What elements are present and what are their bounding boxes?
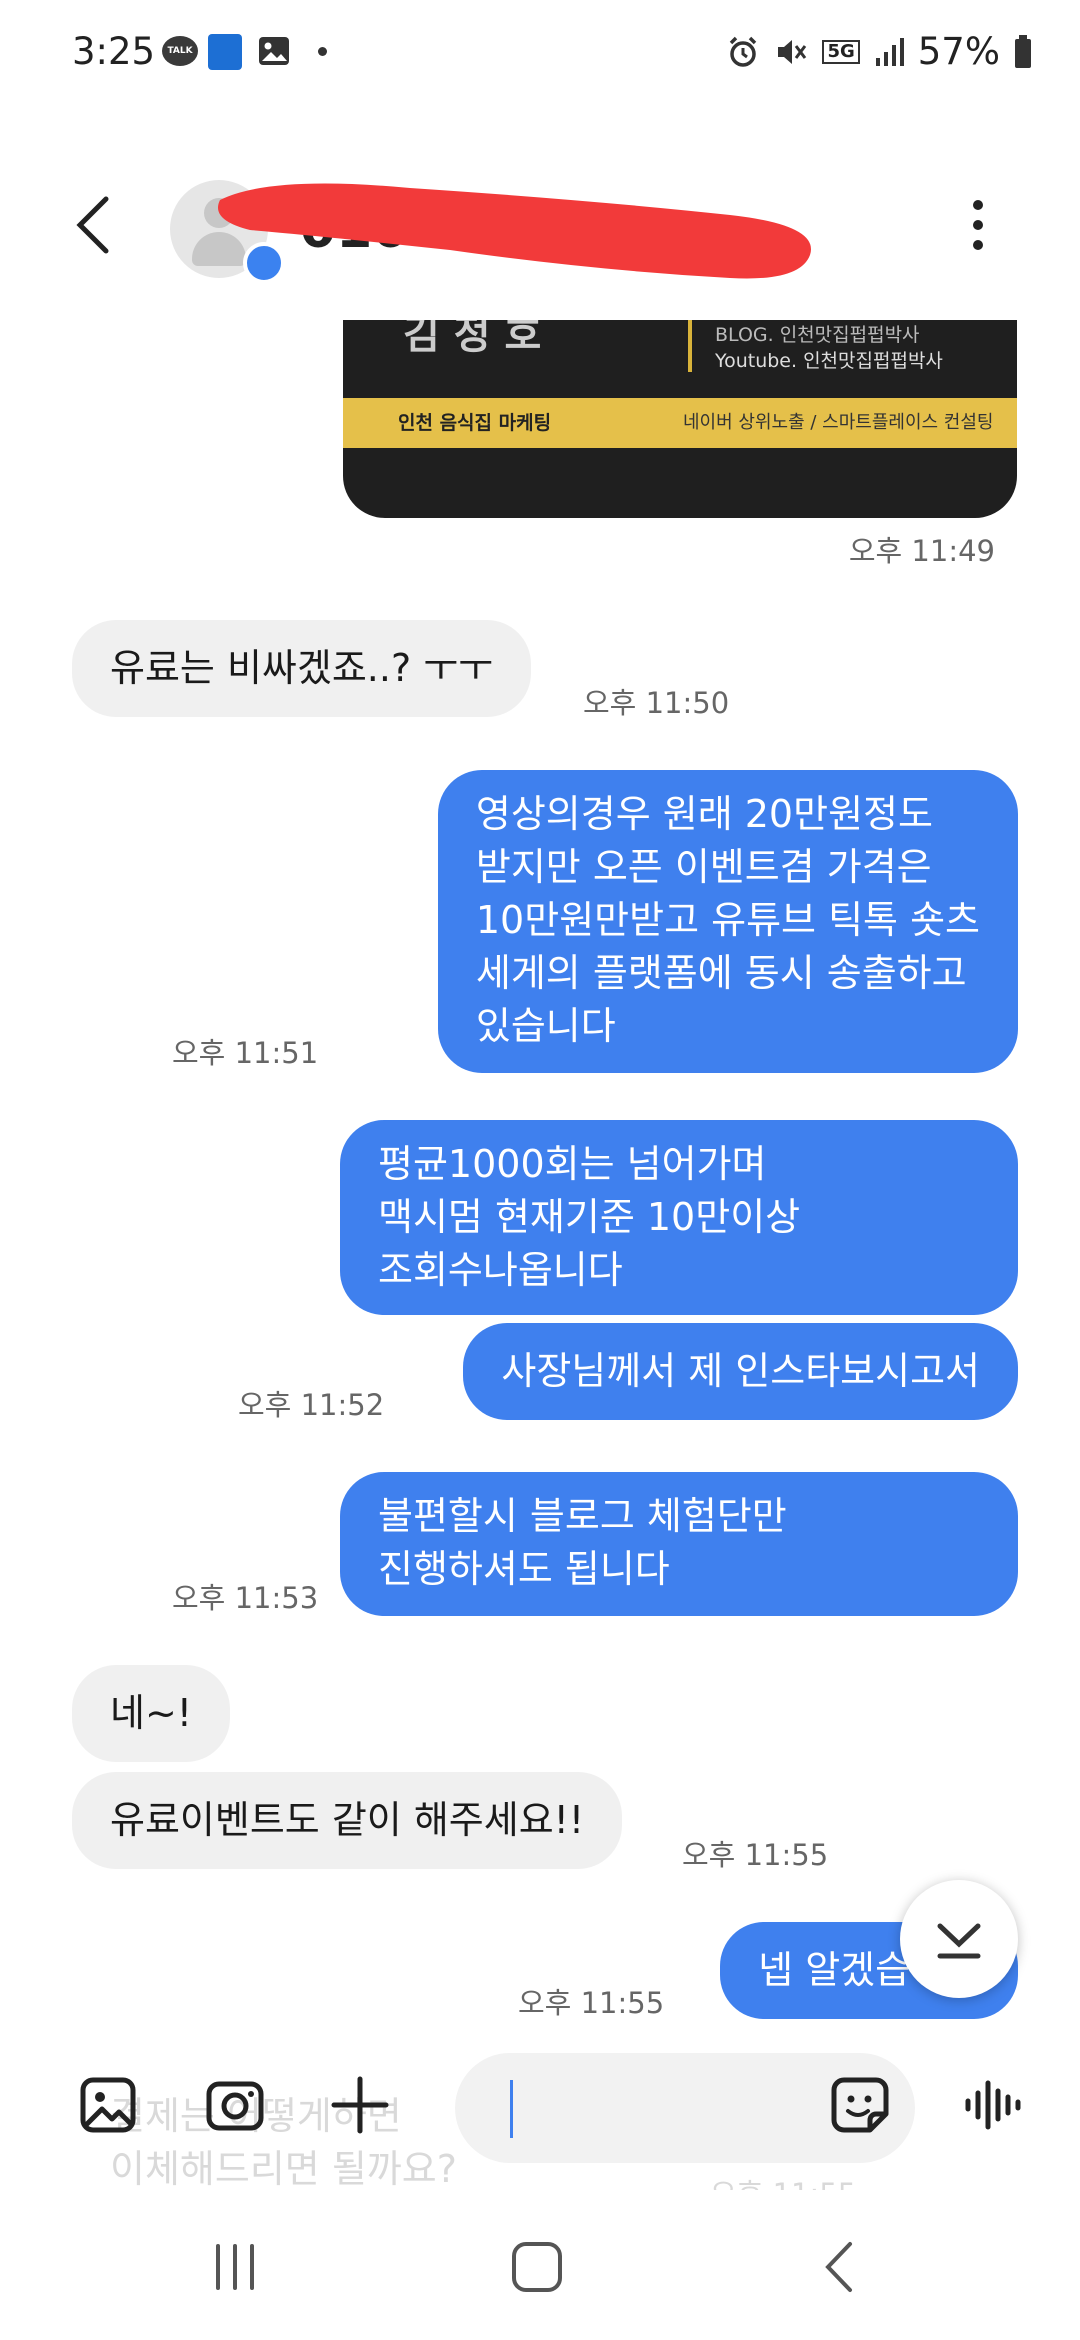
message-text: 영상의경우 원래 20만원정도 (475, 792, 933, 836)
message-text: 있습니다 (475, 1004, 616, 1048)
status-bar: 3:25 TALK 5G 57% (0, 0, 1080, 110)
battery-icon (1015, 34, 1031, 68)
voice-record-button[interactable] (962, 2075, 1022, 2135)
home-button[interactable] (510, 2240, 564, 2298)
chevron-down-icon (937, 1923, 981, 1959)
talk-badge-text: TALK (167, 46, 193, 56)
message-text: 조회수나옵니다 (378, 1248, 623, 1292)
camera-button[interactable] (205, 2075, 265, 2135)
scroll-to-bottom-button[interactable] (900, 1880, 1018, 1998)
message-bubble-outgoing[interactable]: 불편할시 블로그 체험단만 진행하셔도 됩니다 (340, 1472, 1018, 1616)
recent-apps-icon (216, 2244, 254, 2290)
message-timestamp: 오후 11:49 (848, 534, 995, 568)
home-icon (512, 2242, 562, 2292)
message-text: 받지만 오픈 이벤트겸 가격은 (475, 845, 932, 889)
image-card-youtube: Youtube. 인천맛집펍펍박사 (715, 350, 943, 372)
message-timestamp: 오후 11:50 (583, 686, 730, 720)
message-bubble-outgoing[interactable]: 평균1000회는 넘어가며 맥시멈 현재기준 10만이상 조회수나옵니다 (340, 1120, 1018, 1315)
message-timestamp: 오후 11:52 (238, 1388, 385, 1422)
message-timestamp: 오후 11:53 (172, 1581, 319, 1615)
more-options-button[interactable] (970, 195, 986, 255)
back-button[interactable] (70, 195, 120, 255)
image-card-divider (688, 320, 692, 372)
image-notification-icon (258, 36, 290, 66)
message-text: 평균1000회는 넘어가며 (378, 1142, 767, 1186)
recent-apps-button[interactable] (210, 2242, 260, 2296)
image-card-strip-right: 네이버 상위노출 / 스마트플레이스 컨설팅 (683, 412, 994, 433)
network-badge: 5G (822, 39, 860, 64)
gallery-icon (80, 2077, 136, 2133)
message-bubble-incoming[interactable]: 유료는 비싸겠죠..? ㅜㅜ (72, 620, 532, 717)
add-attachment-button[interactable] (330, 2075, 390, 2135)
image-card-blog: BLOG. 인천맛집펍펍박사 (715, 324, 920, 346)
image-card-name: 김 정 호 (403, 320, 542, 358)
faded-message-line: 이체해드리면 될까요? (110, 2147, 457, 2191)
message-text: 진행하셔도 됩니다 (378, 1547, 670, 1591)
message-text: 유료이벤트도 같이 해주세요!! (110, 1798, 585, 1842)
text-cursor (510, 2080, 513, 2138)
message-bubble-incoming[interactable]: 네~! (72, 1665, 231, 1762)
message-bubble-outgoing[interactable]: 사장님께서 제 인스타보시고서 (463, 1323, 1018, 1420)
message-bubble-incoming[interactable]: 유료이벤트도 같이 해주세요!! (72, 1772, 623, 1869)
gallery-button[interactable] (78, 2075, 138, 2135)
message-timestamp: 오후 11:51 (172, 1036, 319, 1070)
more-notifications-dot (318, 47, 327, 56)
message-text: 불편할시 블로그 체험단만 (378, 1494, 787, 1538)
redaction-scribble (218, 183, 811, 279)
message-bubble-outgoing[interactable]: 영상의경우 원래 20만원정도 받지만 오픈 이벤트겸 가격은 10만원만받고 … (437, 770, 1018, 1073)
message-text: 사장님께서 제 인스타보시고서 (501, 1349, 980, 1393)
system-back-icon (825, 2242, 852, 2292)
emoji-sticker-button[interactable] (830, 2075, 890, 2135)
message-text: 맥시멈 현재기준 10만이상 (378, 1195, 801, 1239)
image-card-strip: 인천 음식집 마케팅 네이버 상위노출 / 스마트플레이스 컨설팅 (343, 398, 1017, 448)
chevron-left-icon (76, 196, 109, 254)
system-navigation-bar (0, 2190, 1080, 2340)
message-text: 세게의 플랫폼에 동시 송출하고 (475, 951, 967, 995)
message-text: 네~! (110, 1691, 193, 1735)
mute-icon (778, 39, 807, 64)
message-text: 유료는 비싸겠죠..? ㅜㅜ (110, 646, 494, 690)
message-text: 10만원만받고 유튜브 틱톡 숏츠 (475, 898, 980, 942)
image-card-strip-left: 인천 음식집 마케팅 (398, 412, 552, 434)
voice-record-icon (965, 2080, 1021, 2130)
system-back-button[interactable] (820, 2240, 860, 2298)
status-right: 5G 57% (726, 30, 1032, 73)
battery-percent: 57% (917, 30, 1000, 73)
image-attachment[interactable]: 김 정 호 BLOG. 인천맛집펍펍박사 Youtube. 인천맛집펍펍박사 인… (343, 320, 1017, 518)
emoji-sticker-icon (831, 2077, 889, 2133)
more-vertical-icon (973, 200, 983, 250)
signal-icon (875, 37, 904, 66)
status-time: 3:25 (72, 30, 156, 73)
camera-icon (206, 2081, 264, 2131)
plus-icon (331, 2076, 389, 2134)
message-timestamp: 오후 11:55 (682, 1838, 829, 1872)
kakaotalk-icon: TALK (162, 36, 198, 66)
message-timestamp: 오후 11:55 (518, 1986, 665, 2020)
alarm-icon (730, 36, 757, 67)
app-notification-icon (208, 34, 242, 70)
